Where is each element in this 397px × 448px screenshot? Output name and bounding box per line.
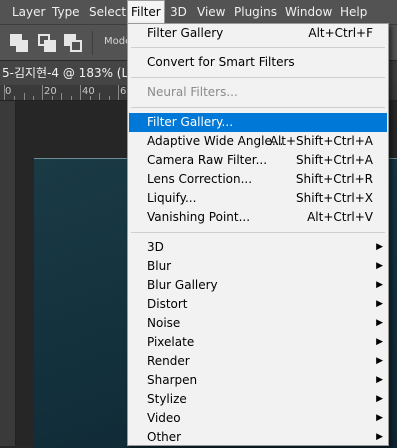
menu-select[interactable]: Select [86,0,129,24]
vanishing-point-item[interactable]: Vanishing Point... Alt+Ctrl+V [129,208,387,227]
submenu-distort[interactable]: Distort ▶ [129,295,387,314]
menu-window[interactable]: Window [282,0,335,24]
camera-raw-filter-item[interactable]: Camera Raw Filter... Shift+Ctrl+A [129,151,387,170]
submenu-video[interactable]: Video ▶ [129,409,387,428]
submenu-arrow-icon: ▶ [376,432,383,442]
menu-type[interactable]: Type [49,0,83,24]
menu-plugins[interactable]: Plugins [231,0,280,24]
filter-menu-dropdown: Filter Gallery Alt+Ctrl+F Convert for Sm… [127,23,389,446]
toolbar-divider [92,31,93,55]
neural-filters-item: Neural Filters... [147,85,238,99]
adaptive-wide-angle-item[interactable]: Adaptive Wide Angle... Alt+Shift+Ctrl+A [129,132,387,151]
submenu-sharpen[interactable]: Sharpen ▶ [129,371,387,390]
add-to-selection-icon[interactable] [38,34,56,52]
ruler-mark: 0 [5,86,12,97]
ruler-mark: 20 [44,86,57,97]
menu-bar: Layer Type Select Filter 3D View Plugins… [0,0,397,24]
convert-for-smart-filters-item[interactable]: Convert for Smart Filters [129,53,387,72]
submenu-arrow-icon: ▶ [376,318,383,328]
submenu-3d[interactable]: 3D ▶ [129,238,387,257]
vertical-ruler [0,101,16,446]
submenu-arrow-icon: ▶ [376,375,383,385]
document-tab[interactable]: 5-김지현-4 @ 183% (Laye [0,61,130,85]
submenu-render[interactable]: Render ▶ [129,352,387,371]
menu-help[interactable]: Help [337,0,370,24]
submenu-stylize[interactable]: Stylize ▶ [129,390,387,409]
new-selection-icon[interactable] [10,34,28,52]
submenu-blur[interactable]: Blur ▶ [129,257,387,276]
lens-correction-item[interactable]: Lens Correction... Shift+Ctrl+R [129,170,387,189]
menu-filter[interactable]: Filter [127,0,165,24]
submenu-pixelate[interactable]: Pixelate ▶ [129,333,387,352]
ruler-mark: 6 [120,86,127,97]
submenu-arrow-icon: ▶ [376,394,383,404]
liquify-item[interactable]: Liquify... Shift+Ctrl+X [129,189,387,208]
submenu-blur-gallery[interactable]: Blur Gallery ▶ [129,276,387,295]
last-filter-item[interactable]: Filter Gallery Alt+Ctrl+F [129,24,387,43]
submenu-arrow-icon: ▶ [376,413,383,423]
menu-3d[interactable]: 3D [167,0,190,24]
submenu-other[interactable]: Other ▶ [129,428,387,447]
submenu-arrow-icon: ▶ [376,242,383,252]
subtract-from-selection-icon[interactable] [64,34,82,52]
submenu-arrow-icon: ▶ [376,299,383,309]
submenu-arrow-icon: ▶ [376,337,383,347]
submenu-noise[interactable]: Noise ▶ [129,314,387,333]
submenu-arrow-icon: ▶ [376,261,383,271]
ruler-mark: 40 [82,86,95,97]
menu-view[interactable]: View [194,0,228,24]
menu-layer[interactable]: Layer [9,0,48,24]
submenu-arrow-icon: ▶ [376,356,383,366]
filter-gallery-item[interactable]: Filter Gallery... [129,113,387,132]
submenu-arrow-icon: ▶ [376,280,383,290]
